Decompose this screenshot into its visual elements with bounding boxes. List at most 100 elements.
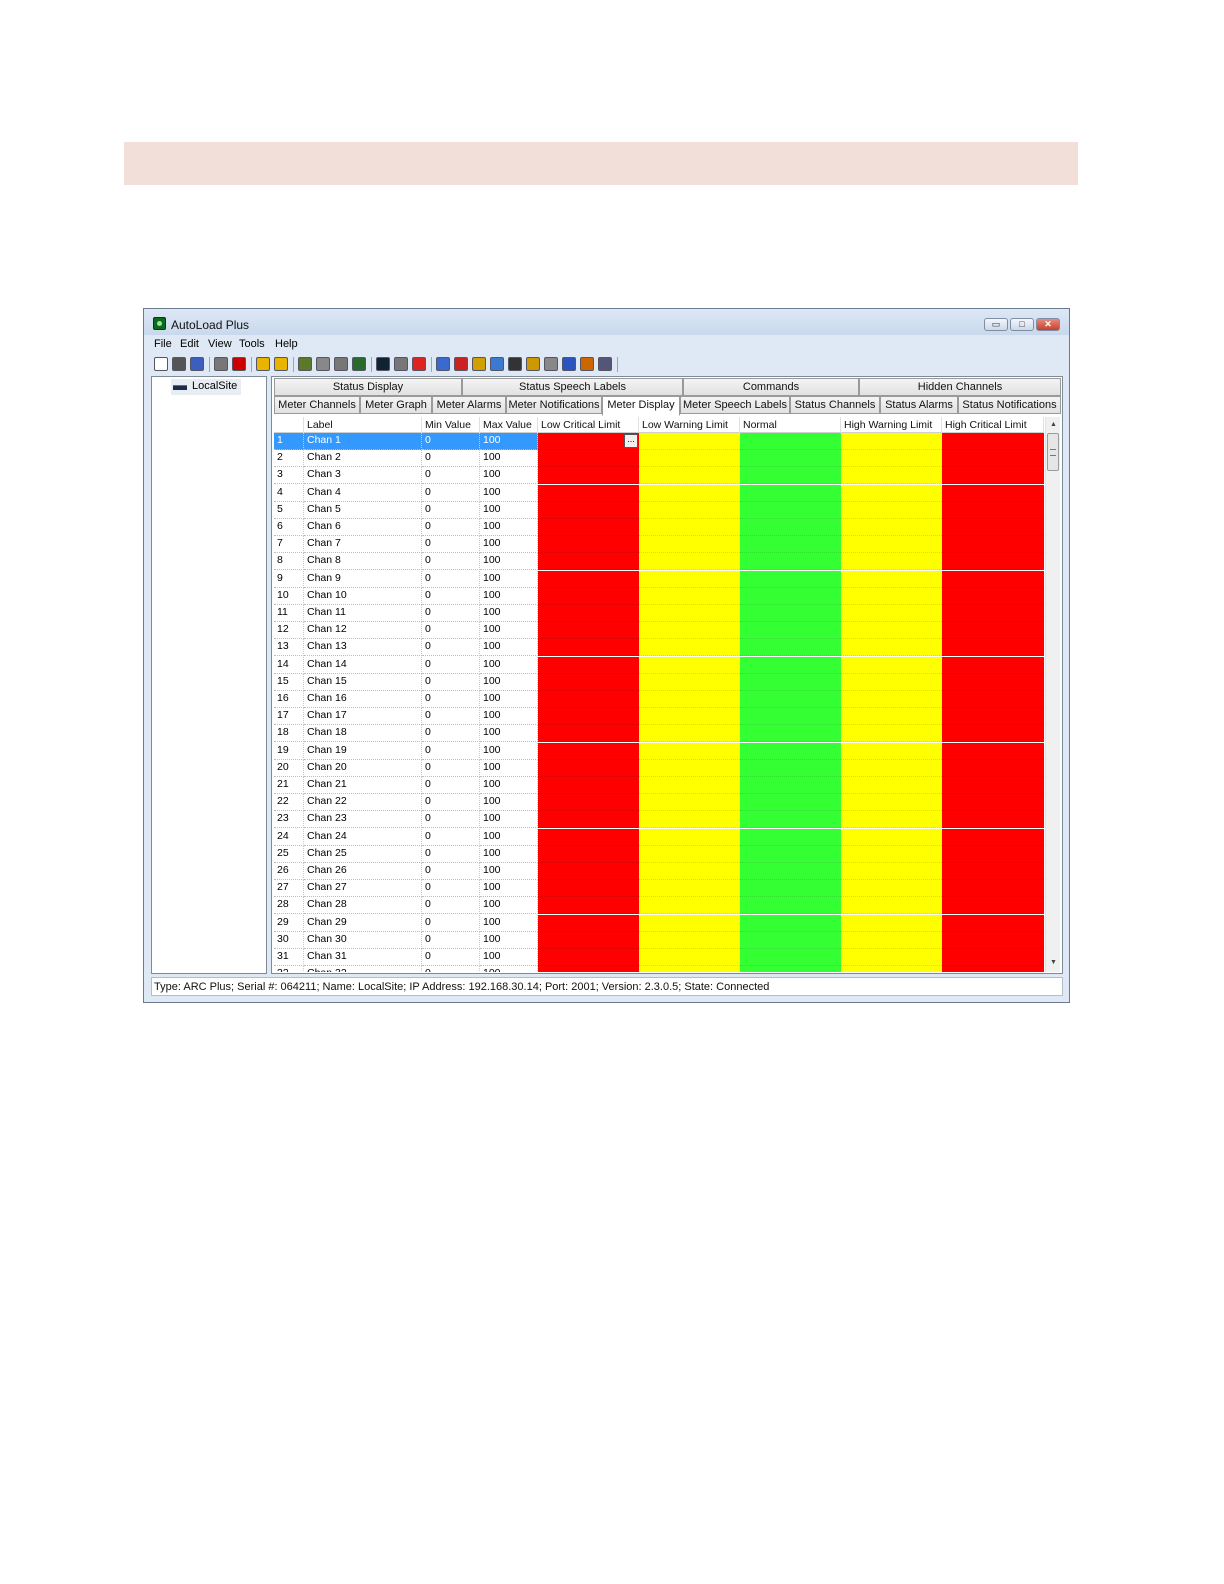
color-band-cell[interactable] — [538, 673, 639, 691]
clock-icon[interactable] — [562, 357, 576, 371]
cell-label[interactable]: Chan 32 — [304, 966, 422, 972]
cell-min[interactable]: 0 — [422, 794, 480, 812]
new-icon[interactable] — [154, 357, 168, 371]
dots-icon[interactable] — [454, 357, 468, 371]
tab-hidden-channels[interactable]: Hidden Channels — [859, 378, 1061, 396]
cell-n[interactable]: 28 — [274, 897, 304, 915]
table-row[interactable]: 17 Chan 17 0 100 — [274, 708, 1044, 726]
cell-min[interactable]: 0 — [422, 536, 480, 554]
color-band-cell[interactable]: ... — [538, 433, 639, 450]
cell-n[interactable]: 1 — [274, 433, 304, 450]
cell-label[interactable]: Chan 15 — [304, 673, 422, 691]
cell-min[interactable]: 0 — [422, 949, 480, 966]
color-band-cell[interactable] — [639, 450, 740, 468]
edit-icon[interactable] — [490, 357, 504, 371]
color-band-cell[interactable] — [841, 536, 942, 554]
cell-n[interactable]: 11 — [274, 605, 304, 622]
close-button[interactable]: ✕ — [1036, 318, 1060, 331]
color-band-cell[interactable] — [942, 708, 1044, 726]
cell-max[interactable]: 100 — [480, 897, 538, 915]
table-row[interactable]: 26 Chan 26 0 100 — [274, 863, 1044, 880]
color-band-cell[interactable] — [639, 949, 740, 966]
color-band-cell[interactable] — [538, 811, 639, 829]
scroll-up-button[interactable]: ▲ — [1046, 417, 1061, 432]
cell-label[interactable]: Chan 16 — [304, 691, 422, 708]
share-icon[interactable] — [544, 357, 558, 371]
cell-n[interactable]: 12 — [274, 622, 304, 640]
color-band-cell[interactable] — [841, 467, 942, 485]
color-band-cell[interactable] — [639, 587, 740, 605]
cell-n[interactable]: 10 — [274, 587, 304, 605]
cell-n[interactable]: 32 — [274, 966, 304, 972]
color-band-cell[interactable] — [740, 484, 841, 502]
cell-max[interactable]: 100 — [480, 931, 538, 949]
cell-n[interactable]: 3 — [274, 467, 304, 485]
cell-label[interactable]: Chan 29 — [304, 914, 422, 932]
cell-label[interactable]: Chan 5 — [304, 501, 422, 519]
tab-status-speech-labels[interactable]: Status Speech Labels — [462, 378, 683, 396]
scroll-down-button[interactable]: ▼ — [1046, 955, 1061, 970]
color-band-cell[interactable] — [639, 966, 740, 972]
cell-min[interactable]: 0 — [422, 605, 480, 622]
color-band-cell[interactable] — [639, 656, 740, 674]
cell-n[interactable]: 9 — [274, 570, 304, 588]
table-row[interactable]: 29 Chan 29 0 100 — [274, 914, 1044, 932]
cell-n[interactable]: 19 — [274, 742, 304, 760]
script-icon[interactable] — [472, 357, 486, 371]
table-row[interactable]: 10 Chan 10 0 100 — [274, 587, 1044, 605]
color-band-cell[interactable] — [942, 587, 1044, 605]
table-row[interactable]: 22 Chan 22 0 100 — [274, 794, 1044, 812]
table-row[interactable]: 6 Chan 6 0 100 — [274, 519, 1044, 536]
color-band-cell[interactable] — [538, 501, 639, 519]
table-row[interactable]: 16 Chan 16 0 100 — [274, 691, 1044, 708]
color-band-cell[interactable] — [942, 845, 1044, 863]
users-icon[interactable] — [580, 357, 594, 371]
cell-min[interactable]: 0 — [422, 673, 480, 691]
table-row[interactable]: 23 Chan 23 0 100 — [274, 811, 1044, 829]
color-band-cell[interactable] — [942, 519, 1044, 536]
column-header[interactable]: Low Critical Limit — [538, 417, 639, 433]
cell-n[interactable]: 27 — [274, 880, 304, 898]
cell-min[interactable]: 0 — [422, 484, 480, 502]
color-band-cell[interactable] — [740, 467, 841, 485]
cell-max[interactable]: 100 — [480, 587, 538, 605]
disconnect-icon[interactable] — [232, 357, 246, 371]
table-row[interactable]: 4 Chan 4 0 100 — [274, 484, 1044, 502]
color-band-cell[interactable] — [841, 931, 942, 949]
tab-status-alarms[interactable]: Status Alarms — [880, 396, 958, 414]
open-icon[interactable] — [274, 357, 288, 371]
cell-label[interactable]: Chan 25 — [304, 845, 422, 863]
save-icon[interactable] — [172, 357, 186, 371]
table-row[interactable]: 21 Chan 21 0 100 — [274, 777, 1044, 794]
cell-max[interactable]: 100 — [480, 433, 538, 450]
cell-min[interactable]: 0 — [422, 622, 480, 640]
network-icon[interactable] — [526, 357, 540, 371]
color-band-cell[interactable] — [538, 742, 639, 760]
cell-max[interactable]: 100 — [480, 966, 538, 972]
tree-node-localsite[interactable]: LocalSite — [171, 379, 242, 395]
color-picker-button[interactable]: ... — [624, 434, 638, 448]
color-band-cell[interactable] — [942, 570, 1044, 588]
cell-n[interactable]: 18 — [274, 725, 304, 743]
color-band-cell[interactable] — [942, 828, 1044, 846]
color-band-cell[interactable] — [942, 811, 1044, 829]
color-band-cell[interactable] — [538, 914, 639, 932]
color-band-cell[interactable] — [740, 845, 841, 863]
cell-n[interactable]: 7 — [274, 536, 304, 554]
color-band-cell[interactable] — [841, 450, 942, 468]
cell-label[interactable]: Chan 22 — [304, 794, 422, 812]
table-row[interactable]: 11 Chan 11 0 100 — [274, 605, 1044, 622]
color-band-cell[interactable] — [639, 484, 740, 502]
cell-max[interactable]: 100 — [480, 673, 538, 691]
color-band-cell[interactable] — [740, 656, 841, 674]
color-band-cell[interactable] — [538, 708, 639, 726]
column-header[interactable]: High Warning Limit — [841, 417, 942, 433]
color-band-cell[interactable] — [639, 553, 740, 571]
color-band-cell[interactable] — [942, 931, 1044, 949]
color-band-cell[interactable] — [740, 742, 841, 760]
cell-max[interactable]: 100 — [480, 467, 538, 485]
send-icon[interactable] — [352, 357, 366, 371]
grid-icon[interactable] — [436, 357, 450, 371]
color-band-cell[interactable] — [740, 639, 841, 657]
copy-icon[interactable] — [334, 357, 348, 371]
